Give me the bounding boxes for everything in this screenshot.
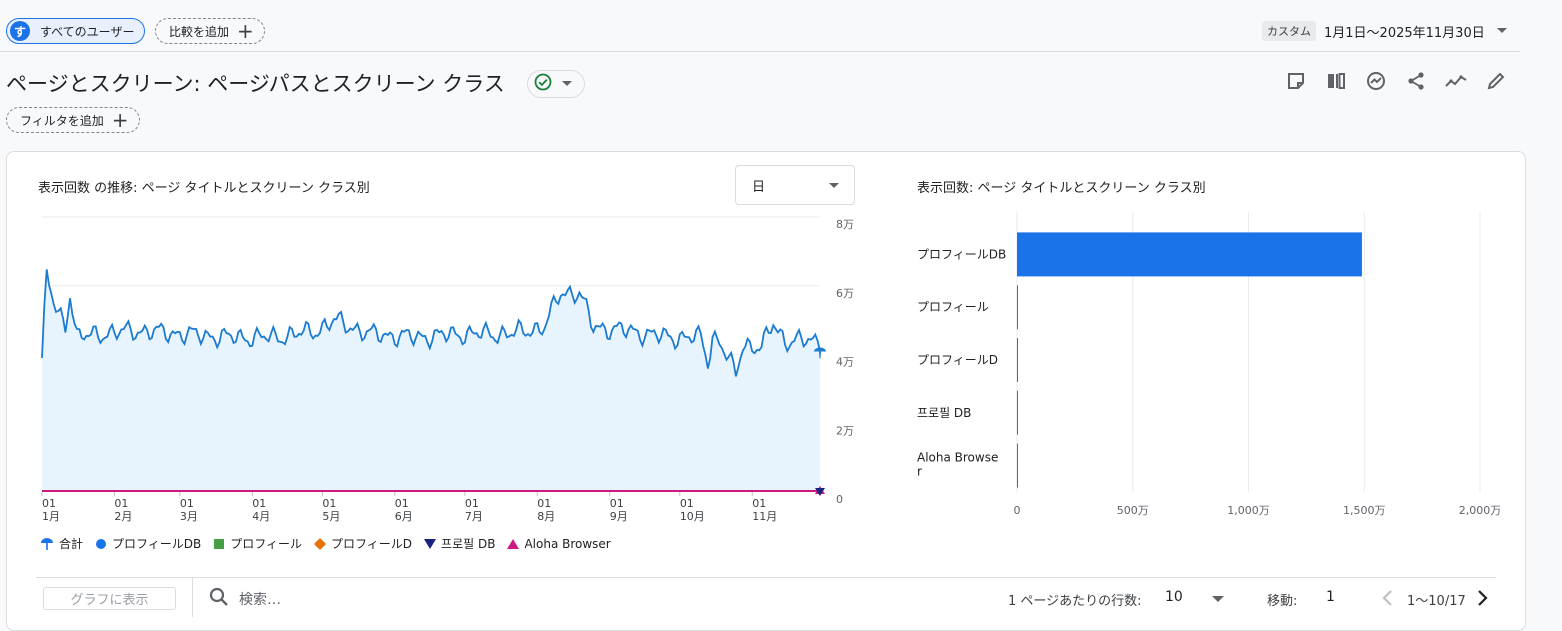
search-icon (209, 587, 229, 607)
legend-label: プロフィールDB (112, 537, 202, 551)
legend-total-icon (40, 537, 54, 551)
legend-triangle-up-icon (507, 538, 520, 550)
legend-item[interactable]: プロフィールD (314, 535, 412, 552)
vertical-separator (192, 578, 193, 617)
bar (1017, 232, 1362, 277)
bar-category-label: 프로필 DB (917, 406, 971, 420)
goto-page-input[interactable]: 1 (1326, 589, 1335, 605)
bar-x-tick-label: 2,000万 (1459, 504, 1500, 517)
rows-per-page-select[interactable]: 10 (1165, 589, 1183, 605)
legend-label: プロフィール (230, 537, 303, 551)
legend-label: 프로필 DB (441, 537, 496, 551)
legend-label: 合計 (59, 537, 84, 551)
legend-diamond-icon (314, 537, 327, 550)
bar (1017, 390, 1018, 435)
legend-item[interactable]: 프로필 DB (424, 535, 495, 552)
goto-label: 移動: (1267, 594, 1298, 609)
pagination-range: 1～10/17 (1407, 594, 1466, 609)
legend-item[interactable]: Aloha Browser (507, 536, 611, 551)
bar-category-label: Aloha Browse (917, 451, 998, 465)
bar-x-tick-label: 500万 (1117, 504, 1149, 517)
bar-category-label: プロフィール (917, 300, 989, 314)
bar-chart: 0 500万 1,000万 1,500万 2,000万 プロフィールDB プロフィールプロフ… (917, 212, 1500, 517)
legend-label: プロフィールD (331, 537, 413, 551)
bar-x-tick-label: 0 (1014, 504, 1021, 517)
bar (1017, 443, 1018, 488)
table-divider (36, 577, 1496, 578)
bar (1017, 285, 1018, 330)
bar-category-label: プロフィールDB (917, 247, 1006, 261)
chart-legend: 合計 プロフィールDB プロフィール プロフィールD 프로필 DB Aloha Brows… (40, 535, 623, 552)
legend-item[interactable]: プロフィールDB (95, 535, 201, 552)
legend-triangle-down-icon (424, 538, 437, 550)
legend-label: Aloha Browser (524, 536, 611, 551)
chevron-right-icon[interactable] (1476, 589, 1490, 607)
bar-category-label: r (917, 465, 922, 479)
legend-circle-icon (95, 538, 107, 550)
bar (1017, 338, 1018, 382)
rows-per-page-label: 1 ページあたりの行数: (1008, 594, 1142, 609)
legend-item[interactable]: 合計 (40, 535, 83, 552)
bar-x-tick-label: 1,500万 (1343, 504, 1386, 517)
search-input[interactable]: 検索… (239, 589, 281, 609)
bar-x-tick-label: 1,000万 (1227, 504, 1270, 517)
chevron-left-icon[interactable] (1380, 589, 1394, 607)
legend-item[interactable]: プロフィール (213, 535, 302, 552)
plot-rows-button[interactable]: グラフに表示 (43, 587, 176, 610)
caret-down-icon[interactable] (1212, 596, 1224, 603)
legend-square-icon (213, 538, 225, 550)
bar-category-label: プロフィールD (917, 353, 998, 367)
